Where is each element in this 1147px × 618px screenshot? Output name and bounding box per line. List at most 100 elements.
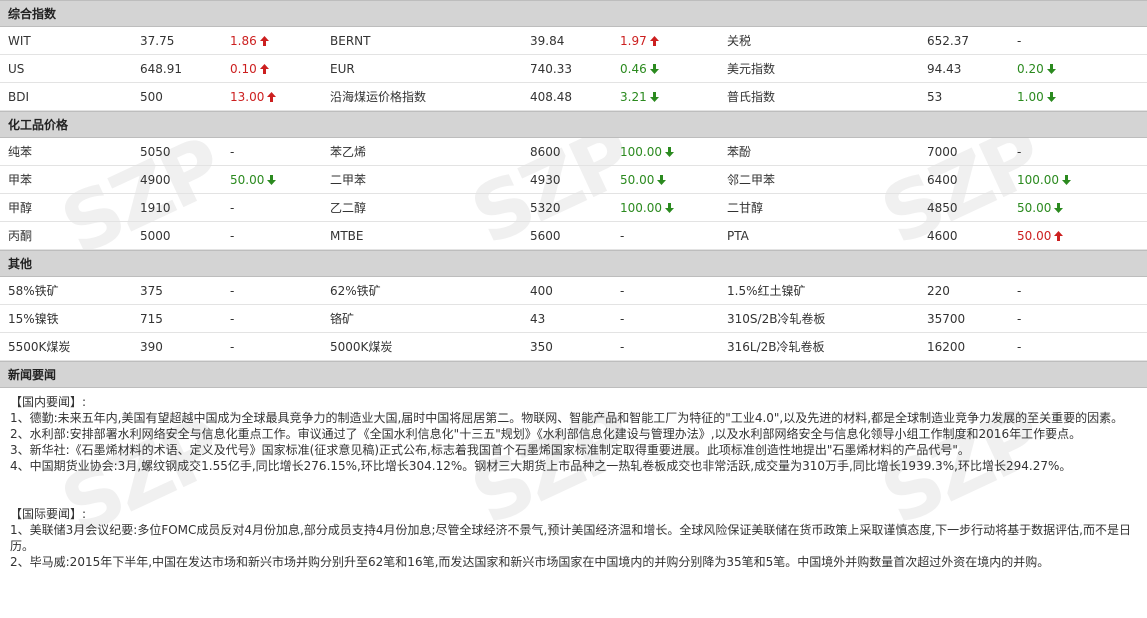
arrow-down-icon [1046,63,1056,74]
arrow-down-icon [1062,174,1071,185]
item-change: - [222,304,322,333]
item-change: 100.00 [612,138,719,166]
arrow-up-icon [649,35,659,46]
item-change: - [612,221,719,250]
change-value: - [1017,144,1022,159]
item-name: US [0,54,132,83]
change-value: - [1017,33,1022,48]
change-value: - [230,144,235,159]
news-item: 3、新华社:《石墨烯材料的术语、定义及代号》国家标准(征求意见稿)正式公布,标志… [10,443,970,457]
item-change: - [222,138,322,166]
other-table: 58%铁矿 375-62%铁矿 400-1.5%红土镍矿 220-15%镍铁 715- 铬… [0,277,1147,361]
change-value: - [620,339,625,354]
item-change: - [1009,138,1147,166]
item-value: 5600 [522,221,612,250]
chemicals-table: 纯苯 5050- 苯乙烯 8600 100.00 苯酚 7000- 甲苯 4900 50.00 二甲… [0,138,1147,250]
item-name: 15%镍铁 [0,304,132,333]
change-value: 1.97 [620,33,647,48]
item-value: 5050 [132,138,222,166]
item-name: 乙二醇 [322,193,522,222]
item-value: 4600 [919,221,1009,250]
item-value: 53 [919,82,1009,111]
price-row: WIT 37.75 1.86 BERNT 39.84 1.97 关税 652.37- [0,27,1147,55]
item-change: - [1009,277,1147,305]
arrow-down-icon [665,202,674,213]
item-name: 310S/2B冷轧卷板 [719,304,919,333]
price-row: US 648.91 0.10 EUR 740.33 0.46 美元指数 94.43 0.20 [0,54,1147,83]
item-change: - [612,277,719,305]
item-value: 4900 [132,165,222,194]
item-value: 7000 [919,138,1009,166]
item-change: 1.86 [222,27,322,55]
item-name: 苯酚 [719,138,919,166]
item-name: 1.5%红土镍矿 [719,277,919,305]
change-value: 0.46 [620,61,647,76]
item-value: 1910 [132,193,222,222]
price-row: BDI 500 13.00 沿海煤运价格指数 408.48 3.21 普氏指数 53 1.00 [0,82,1147,111]
item-value: 740.33 [522,54,612,83]
item-change: 50.00 [612,165,719,194]
arrow-down-icon [1054,202,1064,213]
item-value: 350 [522,332,612,361]
arrow-up-icon [267,91,277,102]
change-value: 50.00 [620,172,655,187]
change-value: 0.20 [1017,61,1044,76]
item-name: 美元指数 [719,54,919,83]
item-change: 50.00 [222,165,322,194]
item-name: MTBE [322,221,522,250]
item-name: 丙酮 [0,221,132,250]
news-item: 4、中国期货业协会:3月,螺纹钢成交1.55亿手,同比增长276.15%,环比增… [10,459,1072,473]
price-row: 丙酮 5000- MTBE 5600- PTA 4600 50.00 [0,221,1147,250]
change-value: - [620,283,625,298]
item-name: 铬矿 [322,304,522,333]
item-value: 39.84 [522,27,612,55]
arrow-down-icon [665,146,674,157]
item-value: 94.43 [919,54,1009,83]
international-news: 【国际要闻】: 1、美联储3月会议纪要:多位FOMC成员反对4月份加息,部分成员… [0,506,1147,570]
item-change: 1.00 [1009,82,1147,111]
item-value: 4850 [919,193,1009,222]
item-value: 5320 [522,193,612,222]
change-value: 50.00 [1017,228,1052,243]
item-change: 0.46 [612,54,719,83]
item-value: 390 [132,332,222,361]
change-value: - [1017,311,1022,326]
item-name: 316L/2B冷轧卷板 [719,332,919,361]
item-value: 4930 [522,165,612,194]
item-value: 500 [132,82,222,111]
arrow-down-icon [267,174,277,185]
item-name: EUR [322,54,522,83]
change-value: - [1017,339,1022,354]
price-row: 5500K煤炭 390-5000K煤炭 350-316L/2B冷轧卷板 16200- [0,332,1147,361]
item-change: - [1009,27,1147,55]
item-change: 100.00 [612,193,719,222]
news-item: 2、水利部:安排部署水利网络安全与信息化重点工作。审议通过了《全国水利信息化"十… [10,427,1082,441]
price-row: 15%镍铁 715- 铬矿 43-310S/2B冷轧卷板 35700- [0,304,1147,333]
arrow-down-icon [1046,91,1056,102]
item-name: 纯苯 [0,138,132,166]
item-value: 8600 [522,138,612,166]
item-name: 沿海煤运价格指数 [322,82,522,111]
change-value: - [620,228,625,243]
item-name: 普氏指数 [719,82,919,111]
item-name: 苯乙烯 [322,138,522,166]
item-value: 5000 [132,221,222,250]
item-change: - [222,193,322,222]
price-row: 纯苯 5050- 苯乙烯 8600 100.00 苯酚 7000- [0,138,1147,166]
price-row: 甲苯 4900 50.00 二甲苯 4930 50.00 邻二甲苯 6400 100.00 [0,165,1147,194]
change-value: - [230,200,235,215]
change-value: 13.00 [230,89,265,104]
item-name: BERNT [322,27,522,55]
news-item: 1、德勤:未来五年内,美国有望超越中国成为全球最具竞争力的制造业大国,届时中国将… [10,411,1124,425]
item-change: 100.00 [1009,165,1147,194]
market-panel: 综合指数 WIT 37.75 1.86 BERNT 39.84 1.97 关税 652.37-… [0,0,1147,570]
item-name: 5500K煤炭 [0,332,132,361]
change-value: - [230,339,235,354]
item-name: 甲苯 [0,165,132,194]
item-name: 二甘醇 [719,193,919,222]
item-change: - [1009,332,1147,361]
item-change: 13.00 [222,82,322,111]
item-change: - [222,332,322,361]
change-value: 50.00 [1017,200,1052,215]
change-value: - [230,283,235,298]
